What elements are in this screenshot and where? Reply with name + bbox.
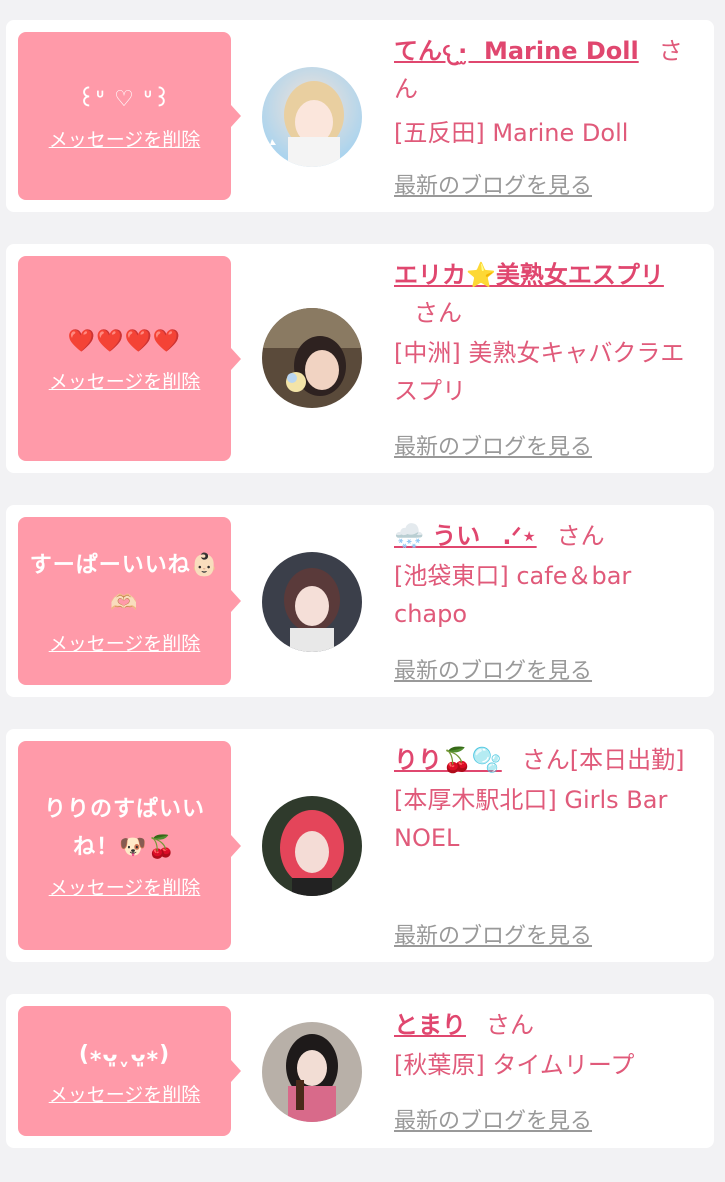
latest-blog-link[interactable]: 最新のブログを見る bbox=[394, 918, 592, 950]
shop-label: [池袋東口] cafe＆bar chapo bbox=[394, 562, 632, 628]
list-item: ꒰ᐡ ♡ ᐡ꒱ メッセージを削除 てん𐔌·̫ ︎ Marine Doll さん [… bbox=[6, 20, 714, 212]
list-item: ❤️❤️❤️❤️ メッセージを削除 エリカ⭐️美熟女エスプリさん [中洲] 美熟… bbox=[6, 244, 714, 473]
user-info: エリカ⭐️美熟女エスプリさん [中洲] 美熟女キャバクラエスプリ bbox=[394, 256, 694, 410]
user-name-link[interactable]: とまり bbox=[394, 1011, 466, 1039]
list-item: りりのすぱいいね！🐶🍒 メッセージを削除 りり🍒🫧 さん[本日出勤] [本厚木駅北… bbox=[6, 729, 714, 962]
latest-blog-link[interactable]: 最新のブログを見る bbox=[394, 429, 592, 461]
avatar[interactable] bbox=[262, 67, 362, 167]
user-name-link[interactable]: てん𐔌·̫ ︎ Marine Doll bbox=[394, 37, 639, 65]
honorific: さん bbox=[414, 299, 462, 327]
user-info: てん𐔌·̫ ︎ Marine Doll さん [五反田] Marine Doll bbox=[394, 32, 694, 152]
shop-label: [中洲] 美熟女キャバクラエスプリ bbox=[394, 339, 685, 405]
user-name-link[interactable]: りり🍒🫧 bbox=[394, 746, 502, 774]
message-text: (⁎ᴗ͈ˬᴗ͈⁎) bbox=[78, 1041, 171, 1067]
delete-message-link[interactable]: メッセージを削除 bbox=[49, 1080, 201, 1107]
user-name-link[interactable]: エリカ⭐️美熟女エスプリ bbox=[394, 261, 664, 289]
avatar[interactable] bbox=[262, 552, 362, 652]
honorific: さん bbox=[486, 1011, 534, 1039]
message-text: すーぱーいいね👶🏻🫶🏻 bbox=[29, 552, 220, 616]
avatar[interactable] bbox=[262, 1022, 362, 1122]
avatar[interactable] bbox=[262, 796, 362, 896]
message-bubble: すーぱーいいね👶🏻🫶🏻 メッセージを削除 bbox=[18, 517, 241, 685]
delete-message-link[interactable]: メッセージを削除 bbox=[49, 125, 201, 152]
shop-label: [五反田] Marine Doll bbox=[394, 119, 629, 147]
user-info: 🌨️ ういㅤ.ᐟ⋆ さん [池袋東口] cafe＆bar chapo bbox=[394, 517, 694, 633]
message-text: りりのすぱいいね！🐶🍒 bbox=[43, 797, 205, 860]
user-info: りり🍒🫧 さん[本日出勤] [本厚木駅北口] Girls Bar NOEL bbox=[394, 741, 694, 857]
latest-blog-link[interactable]: 最新のブログを見る bbox=[394, 653, 592, 685]
message-bubble: りりのすぱいいね！🐶🍒 メッセージを削除 bbox=[18, 741, 241, 950]
message-text: ❤️❤️❤️❤️ bbox=[67, 329, 182, 354]
honorific: さん[本日出勤] bbox=[521, 746, 685, 774]
message-bubble: ❤️❤️❤️❤️ メッセージを削除 bbox=[18, 256, 241, 461]
latest-blog-link[interactable]: 最新のブログを見る bbox=[394, 1103, 592, 1135]
delete-message-link[interactable]: メッセージを削除 bbox=[49, 367, 201, 394]
delete-message-link[interactable]: メッセージを削除 bbox=[49, 629, 201, 656]
message-text: ꒰ᐡ ♡ ᐡ꒱ bbox=[77, 86, 172, 112]
shop-label: [本厚木駅北口] Girls Bar NOEL bbox=[394, 786, 668, 852]
user-name-link[interactable]: 🌨️ ういㅤ.ᐟ⋆ bbox=[394, 522, 537, 550]
user-info: とまり さん [秋葉原] タイムリープ bbox=[394, 1006, 694, 1084]
latest-blog-link[interactable]: 最新のブログを見る bbox=[394, 168, 592, 200]
message-bubble: (⁎ᴗ͈ˬᴗ͈⁎) メッセージを削除 bbox=[18, 1006, 241, 1136]
list-item: (⁎ᴗ͈ˬᴗ͈⁎) メッセージを削除 とまり さん [秋葉原] タイムリープ 最新… bbox=[6, 994, 714, 1148]
avatar[interactable] bbox=[262, 308, 362, 408]
message-list: ꒰ᐡ ♡ ᐡ꒱ メッセージを削除 てん𐔌·̫ ︎ Marine Doll さん [… bbox=[0, 0, 725, 1182]
honorific: さん bbox=[556, 522, 605, 550]
message-bubble: ꒰ᐡ ♡ ᐡ꒱ メッセージを削除 bbox=[18, 32, 241, 200]
delete-message-link[interactable]: メッセージを削除 bbox=[49, 873, 201, 900]
list-item: すーぱーいいね👶🏻🫶🏻 メッセージを削除 🌨️ ういㅤ.ᐟ⋆ さん [池袋東口] … bbox=[6, 505, 714, 697]
shop-label: [秋葉原] タイムリープ bbox=[394, 1051, 635, 1079]
